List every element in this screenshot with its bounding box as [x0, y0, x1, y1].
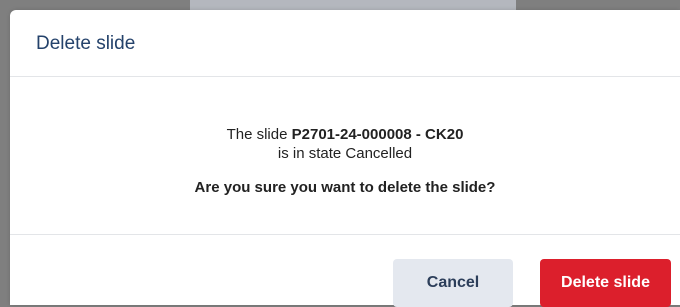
confirm-question: Are you sure you want to delete the slid… — [194, 179, 496, 196]
delete-slide-dialog: Delete slide The slide P2701-24-000008 -… — [10, 10, 680, 307]
dialog-title: Delete slide — [36, 33, 136, 54]
background-input-strip — [190, 0, 516, 10]
slide-info-line: The slide P2701-24-000008 - CK20 — [10, 126, 680, 144]
delete-slide-button[interactable]: Delete slide — [540, 259, 671, 307]
dialog-body: The slide P2701-24-000008 - CK20 is in s… — [10, 77, 680, 233]
slide-prefix-text: The slide — [226, 126, 292, 143]
cancel-button[interactable]: Cancel — [393, 259, 513, 307]
slide-state-text: is in state Cancelled — [277, 145, 413, 162]
slide-id: P2701-24-000008 - CK20 — [291, 126, 464, 143]
dialog-header: Delete slide — [10, 10, 680, 77]
dialog-footer: Cancel Delete slide — [10, 234, 680, 307]
